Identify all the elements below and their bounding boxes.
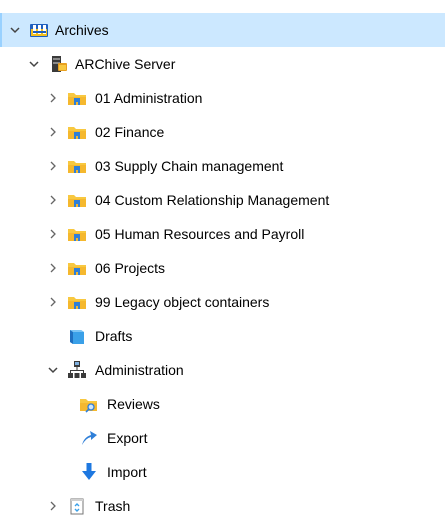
tree-item-label: Reviews: [107, 396, 160, 412]
reviews-folder-icon: [79, 394, 99, 414]
drafts-box-icon: [67, 326, 87, 346]
chevron-right-icon[interactable]: [46, 227, 60, 241]
cabinet-folder-icon: [67, 88, 87, 108]
tree-item-reviews[interactable]: Reviews: [0, 387, 445, 421]
tree-item-label: ARChive Server: [75, 56, 176, 72]
chevron-right-icon[interactable]: [46, 125, 60, 139]
import-arrow-icon: [79, 462, 99, 482]
chevron-right-icon[interactable]: [46, 193, 60, 207]
tree-item-cabinet[interactable]: 03 Supply Chain management: [0, 149, 445, 183]
tree-item-drafts[interactable]: Drafts: [0, 319, 445, 353]
tree-item-cabinet[interactable]: 01 Administration: [0, 81, 445, 115]
cabinet-folder-icon: [67, 258, 87, 278]
tree-item-export[interactable]: Export: [0, 421, 445, 455]
tree-item-cabinet[interactable]: 99 Legacy object containers: [0, 285, 445, 319]
trash-bin-icon: [67, 496, 87, 516]
tree-item-cabinet[interactable]: 05 Human Resources and Payroll: [0, 217, 445, 251]
chevron-down-icon[interactable]: [8, 23, 22, 37]
chevron-right-icon[interactable]: [46, 159, 60, 173]
tree-item-label: 06 Projects: [95, 260, 166, 276]
tree-item-archive-server[interactable]: ARChive Server: [0, 47, 445, 81]
tree-item-label: Archives: [55, 22, 109, 38]
chevron-down-icon[interactable]: [27, 57, 41, 71]
tree-item-label: Drafts: [95, 328, 133, 344]
chevron-right-icon[interactable]: [46, 295, 60, 309]
tree-item-label: 04 Custom Relationship Management: [95, 192, 330, 208]
tree-item-label: 05 Human Resources and Payroll: [95, 226, 305, 242]
tree-item-label: Trash: [95, 498, 131, 514]
tree-item-trash[interactable]: Trash: [0, 489, 445, 523]
tree-item-administration[interactable]: Administration: [0, 353, 445, 387]
tree-item-archives[interactable]: Archives: [0, 13, 445, 47]
cabinet-folder-icon: [67, 122, 87, 142]
chevron-right-icon[interactable]: [46, 91, 60, 105]
cabinet-folder-icon: [67, 292, 87, 312]
tree-item-import[interactable]: Import: [0, 455, 445, 489]
tree-item-label: 02 Finance: [95, 124, 165, 140]
chevron-right-icon[interactable]: [46, 499, 60, 513]
tree-item-label: Export: [107, 430, 148, 446]
tree-item-cabinet[interactable]: 02 Finance: [0, 115, 445, 149]
tree-item-cabinet[interactable]: 06 Projects: [0, 251, 445, 285]
archive-server-icon: [49, 54, 69, 74]
tree-item-label: Administration: [95, 362, 184, 378]
chevron-right-icon[interactable]: [46, 261, 60, 275]
archive-tree: Archives ARChive Server 01 Administratio…: [0, 0, 445, 515]
tree-item-cabinet[interactable]: 04 Custom Relationship Management: [0, 183, 445, 217]
export-arrow-icon: [79, 428, 99, 448]
tree-item-label: 01 Administration: [95, 90, 203, 106]
archives-app-icon: [29, 20, 49, 40]
cabinet-folder-icon: [67, 190, 87, 210]
tree-item-label: 99 Legacy object containers: [95, 294, 270, 310]
cabinet-folder-icon: [67, 156, 87, 176]
network-admin-icon: [67, 360, 87, 380]
cabinet-folder-icon: [67, 224, 87, 244]
tree-item-label: Import: [107, 464, 147, 480]
chevron-down-icon[interactable]: [46, 363, 60, 377]
tree-item-label: 03 Supply Chain management: [95, 158, 284, 174]
